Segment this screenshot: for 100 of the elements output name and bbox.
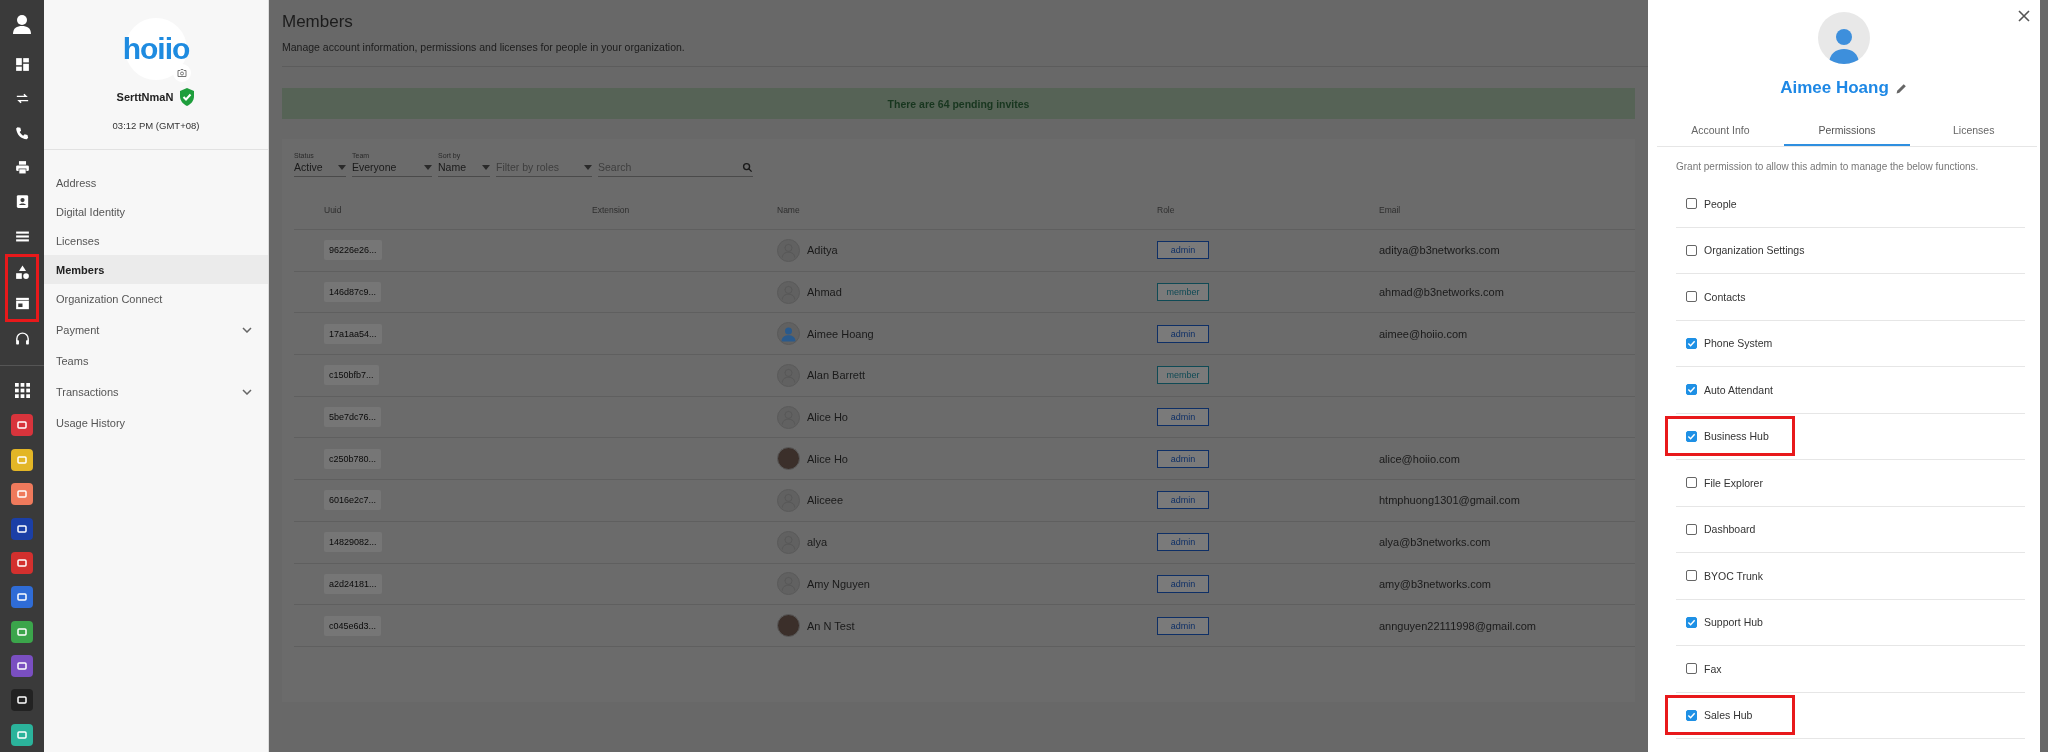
checkbox[interactable] <box>1686 291 1697 303</box>
uuid-chip: c045e6d3... <box>324 615 382 636</box>
member-name: Alice Ho <box>807 452 848 465</box>
sidebar-item[interactable]: Licenses <box>44 226 268 255</box>
role-badge: member <box>1157 283 1209 302</box>
role-badge: admin <box>1157 574 1209 593</box>
member-name: Alice Ho <box>807 411 848 424</box>
member-email: alya@b3networks.com <box>1379 536 1492 549</box>
role-badge: admin <box>1157 533 1209 552</box>
sidebar-item[interactable]: Payment <box>44 313 268 346</box>
checkbox[interactable] <box>1686 244 1697 256</box>
uuid-chip: 14829082... <box>324 532 382 553</box>
rail-button[interactable] <box>5 253 39 288</box>
page-subtitle: Manage account information, permissions and licenses for people in your organization. <box>282 41 686 53</box>
sidebar-item[interactable]: Address <box>44 168 268 197</box>
uuid-chip: c250b780... <box>324 448 382 469</box>
checkbox[interactable] <box>1686 198 1697 210</box>
permission-checkbox[interactable]: Fax <box>1676 662 1722 675</box>
permissions-description: Grant permission to allow this admin to manage the below functions. <box>1676 161 1980 172</box>
member-name: Amy Nguyen <box>807 577 870 590</box>
permission-checkbox[interactable]: Support Hub <box>1676 616 1763 629</box>
caret-icon <box>424 164 432 170</box>
checkbox[interactable] <box>1686 663 1697 675</box>
checkbox[interactable] <box>1686 384 1697 396</box>
caret-icon <box>482 164 490 170</box>
checkbox[interactable] <box>1686 570 1697 582</box>
sidebar-item[interactable]: Transactions <box>44 375 268 408</box>
uuid-chip: 6016e2c7... <box>324 490 382 511</box>
member-email: amy@b3networks.com <box>1379 577 1493 590</box>
member-email: alice@hoiio.com <box>1379 452 1461 465</box>
uuid-chip: 5be7dc76... <box>324 407 382 428</box>
dashboard-icon <box>13 55 31 73</box>
rail-button[interactable] <box>5 287 39 323</box>
page-title: Members <box>282 12 354 32</box>
member-name: alya <box>807 536 828 549</box>
member-name: Aimee Hoang <box>1780 78 1889 98</box>
sidebar-item[interactable]: Organization Connect <box>44 284 268 313</box>
tab[interactable]: Account Info <box>1657 116 1784 146</box>
checkbox[interactable] <box>1686 337 1697 349</box>
close-icon[interactable] <box>2016 8 2032 24</box>
checkbox[interactable] <box>1686 430 1697 442</box>
role-badge: admin <box>1157 491 1209 510</box>
checkbox[interactable] <box>1686 523 1697 535</box>
grid-icon <box>14 383 30 399</box>
organization-name: SerttNmaN <box>116 91 174 103</box>
tab[interactable]: Permissions <box>1783 116 1911 146</box>
search-icon <box>742 161 753 173</box>
sidebar-item[interactable]: Digital Identity <box>44 197 268 226</box>
role-badge: member <box>1157 366 1209 385</box>
sidebar-item[interactable]: Members <box>44 255 268 284</box>
uuid-chip: c150bfb7... <box>324 365 379 386</box>
role-badge: admin <box>1157 324 1209 343</box>
shapes-icon <box>13 263 31 281</box>
permission-checkbox[interactable]: File Explorer <box>1676 476 1763 489</box>
permission-checkbox[interactable]: Business Hub <box>1676 430 1769 443</box>
permission-checkbox[interactable]: Auto Attendant <box>1676 383 1773 396</box>
sidebar-item[interactable]: Usage History <box>44 408 268 437</box>
uuid-chip: a2d24181... <box>324 573 382 594</box>
member-email: aimee@hoiio.com <box>1379 327 1469 340</box>
role-badge: admin <box>1157 616 1209 635</box>
checkbox[interactable] <box>1686 477 1697 489</box>
local-time: 03:12 PM (GMT+08) <box>112 120 200 131</box>
avatar-icon <box>1818 12 1870 64</box>
member-name: Aliceee <box>807 494 844 507</box>
caret-icon <box>584 164 592 170</box>
photo-placeholder <box>777 447 800 471</box>
checkbox[interactable] <box>1686 616 1697 628</box>
sidebar-item[interactable]: Teams <box>44 346 268 375</box>
uuid-chip: 96226e26... <box>324 240 382 261</box>
printer-icon <box>13 159 31 176</box>
permission-checkbox[interactable]: BYOC Trunk <box>1676 569 1763 582</box>
avatar-icon <box>777 322 800 346</box>
member-name: Ahmad <box>807 286 842 299</box>
tab[interactable]: Licenses <box>1910 116 2037 146</box>
permission-checkbox[interactable]: Phone System <box>1676 337 1773 350</box>
permission-checkbox[interactable]: People <box>1676 197 1737 210</box>
member-name: Alan Barrett <box>807 369 866 382</box>
caret-icon <box>338 164 346 170</box>
member-name: Aditya <box>807 244 838 257</box>
member-email: ahmad@b3networks.com <box>1379 286 1505 299</box>
member-name: An N Test <box>807 619 855 632</box>
chevron-down-icon <box>242 388 252 395</box>
role-badge: admin <box>1157 449 1209 468</box>
role-badge: admin <box>1157 408 1209 427</box>
phone-icon <box>13 124 31 142</box>
member-name: Aimee Hoang <box>807 327 874 340</box>
permission-checkbox[interactable]: Contacts <box>1676 290 1746 303</box>
permission-checkbox[interactable]: Sales Hub <box>1676 709 1753 722</box>
pencil-icon[interactable] <box>1894 81 1908 95</box>
member-email: aditya@b3networks.com <box>1379 244 1501 257</box>
permission-checkbox[interactable]: Dashboard <box>1676 523 1756 536</box>
member-email: annguyen22111998@gmail.com <box>1379 619 1537 632</box>
uuid-chip: 17a1aa54... <box>324 323 382 344</box>
permission-checkbox[interactable]: Organization Settings <box>1676 244 1805 257</box>
photo-placeholder <box>777 614 800 638</box>
checkbox[interactable] <box>1686 709 1697 721</box>
member-email: htmphuong1301@gmail.com <box>1379 494 1521 507</box>
uuid-chip: 146d87c9... <box>324 282 382 303</box>
chevron-down-icon <box>242 326 252 333</box>
role-badge: admin <box>1157 241 1209 260</box>
